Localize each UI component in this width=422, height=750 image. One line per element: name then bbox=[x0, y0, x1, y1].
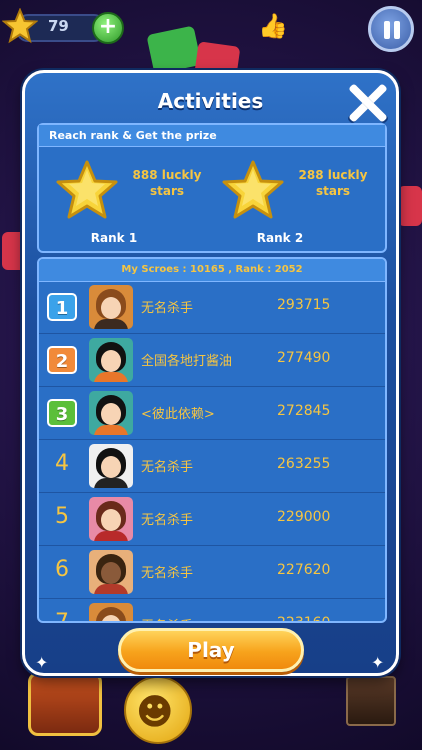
pause-icon bbox=[384, 21, 390, 39]
avatar bbox=[89, 391, 133, 435]
leaderboard-row[interactable]: 3 <彼此依赖> 272845 bbox=[39, 387, 385, 440]
star-counter: 79 + bbox=[2, 8, 124, 44]
prize-rank-2: 288 luckly stars Rank 2 bbox=[211, 159, 381, 249]
prize-rank-label: Rank 1 bbox=[90, 231, 138, 245]
leaderboard-row[interactable]: 1 无名杀手 293715 bbox=[39, 281, 385, 334]
prize-amount: 888 luckly stars bbox=[132, 168, 202, 198]
player-score: 293715 bbox=[277, 297, 331, 313]
rank-number: 7 bbox=[55, 610, 69, 623]
close-button[interactable] bbox=[345, 81, 389, 125]
smiley-icon[interactable]: ☻ bbox=[124, 676, 192, 744]
star-icon bbox=[2, 8, 38, 44]
leaderboard-row[interactable]: 5 无名杀手 229000 bbox=[39, 493, 385, 546]
leaderboard-row[interactable]: 7 无名杀手 223160 bbox=[39, 599, 385, 623]
avatar bbox=[89, 338, 133, 382]
treasure-chest-icon[interactable] bbox=[28, 672, 102, 736]
prize-rank-1: 888 luckly stars Rank 1 bbox=[45, 159, 215, 249]
my-score-banner: My Scroes : 10165 , Rank : 2052 bbox=[39, 259, 385, 282]
rank-badge: 2 bbox=[47, 346, 77, 374]
rank-number: 5 bbox=[55, 504, 69, 529]
player-score: 227620 bbox=[277, 562, 331, 578]
rank-number: 4 bbox=[55, 451, 69, 476]
player-name: 无名杀手 bbox=[141, 513, 194, 528]
player-score: 272845 bbox=[277, 403, 331, 419]
plus-icon: + bbox=[98, 14, 118, 39]
player-score: 229000 bbox=[277, 509, 331, 525]
game-block bbox=[146, 25, 202, 75]
thumbs-up-icon[interactable]: 👍 bbox=[258, 12, 288, 40]
rank-number: 6 bbox=[55, 557, 69, 582]
add-stars-button[interactable]: + bbox=[92, 12, 124, 44]
player-name: 无名杀手 bbox=[141, 615, 193, 621]
sparkle-icon: ✦ bbox=[371, 653, 385, 672]
pause-button[interactable] bbox=[368, 6, 414, 52]
avatar bbox=[89, 285, 133, 329]
player-name: 无名杀手 bbox=[141, 301, 194, 316]
crate-icon[interactable] bbox=[346, 676, 396, 726]
avatar bbox=[89, 444, 133, 488]
activities-dialog: Activities Reach rank & Get the prize 88… bbox=[22, 70, 399, 676]
player-score: 223160 bbox=[277, 615, 331, 623]
player-name: <彼此依赖> bbox=[141, 407, 215, 422]
leaderboard-row[interactable]: 4 无名杀手 263255 bbox=[39, 440, 385, 493]
game-block bbox=[398, 186, 422, 226]
sparkle-icon: ✦ bbox=[35, 653, 49, 672]
dialog-title: Activities bbox=[157, 89, 264, 113]
prize-header: Reach rank & Get the prize bbox=[39, 125, 385, 147]
avatar bbox=[89, 497, 133, 541]
leaderboard-row[interactable]: 6 无名杀手 227620 bbox=[39, 546, 385, 599]
rank-badge: 3 bbox=[47, 399, 77, 427]
avatar bbox=[89, 603, 133, 621]
leaderboard-list: 1 无名杀手 293715 2 全国各地打酱油 277490 3 <彼此依赖> … bbox=[39, 281, 385, 623]
star-icon bbox=[222, 160, 284, 219]
player-name: 全国各地打酱油 bbox=[141, 354, 233, 369]
prize-panel: Reach rank & Get the prize 888 luckly st… bbox=[37, 123, 387, 253]
star-count: 79 bbox=[48, 17, 69, 35]
player-name: 无名杀手 bbox=[141, 566, 194, 581]
player-score: 277490 bbox=[277, 350, 331, 366]
rank-badge: 1 bbox=[47, 293, 77, 321]
player-name: 无名杀手 bbox=[141, 460, 194, 475]
avatar bbox=[89, 550, 133, 594]
leaderboard-row[interactable]: 2 全国各地打酱油 277490 bbox=[39, 334, 385, 387]
leaderboard-panel[interactable]: My Scroes : 10165 , Rank : 2052 1 无名杀手 2… bbox=[37, 257, 387, 623]
prize-rank-label: Rank 2 bbox=[256, 231, 304, 245]
play-button[interactable]: Play bbox=[118, 628, 304, 672]
prize-amount: 288 luckly stars bbox=[298, 168, 368, 198]
star-icon bbox=[56, 160, 118, 219]
player-score: 263255 bbox=[277, 456, 331, 472]
